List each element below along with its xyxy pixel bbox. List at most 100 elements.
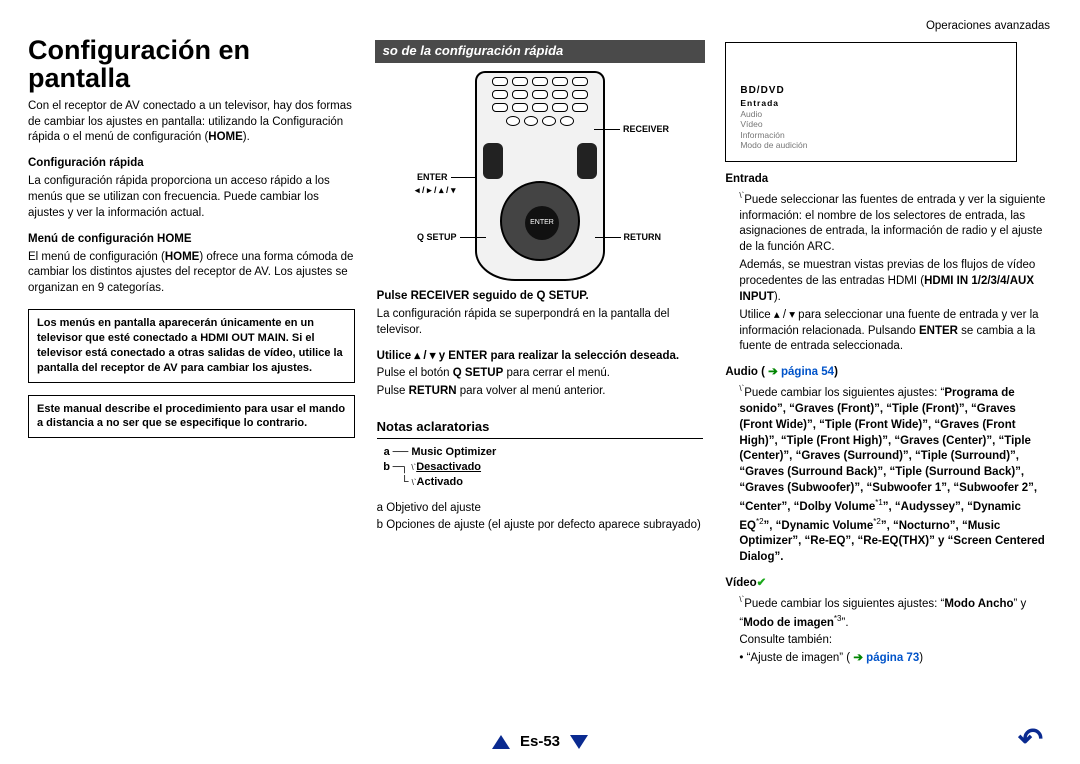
osd-menu: BD/DVD Entrada Audio Vídeo Información M… — [740, 85, 807, 151]
remote-right-pod — [577, 143, 597, 179]
callout-enter: ENTER — [417, 171, 477, 183]
step-1: Pulse RECEIVER seguido de Q SETUP. — [377, 289, 704, 305]
audio-paragraph: \`Puede cambiar los siguientes ajustes: … — [739, 383, 1052, 566]
check-icon: ✔ — [757, 577, 767, 589]
legend-marker-b: b — [381, 460, 393, 475]
s1b: RECEIVER — [411, 290, 470, 302]
return-icon[interactable]: ↶ — [1018, 722, 1050, 754]
home-menu-heading: Menú de configuración HOME — [28, 232, 355, 248]
s21b: Q SETUP — [453, 367, 503, 379]
page-title: Configuración en pantalla — [28, 36, 355, 93]
mo-opt1: Desactivado — [416, 461, 481, 473]
remote-left-pod — [483, 143, 503, 179]
vp-b: Modo Ancho — [944, 598, 1013, 610]
section-band: so de la configuración rápida — [375, 40, 706, 63]
s1e: . — [585, 290, 588, 302]
notes-heading: Notas aclaratorias — [377, 418, 704, 439]
column-2: so de la configuración rápida ENTER RECE… — [377, 20, 704, 669]
eu-b: ENTER — [919, 325, 958, 337]
column-3: BD/DVD Entrada Audio Vídeo Información M… — [725, 20, 1052, 669]
note-box-1: Los menús en pantalla aparecerán únicame… — [28, 309, 355, 382]
video-bullet: • “Ajuste de imagen” ( ➔ página 73) — [739, 651, 1052, 667]
entrada-p2: Además, se muestran vistas previas de lo… — [739, 258, 1052, 306]
intro-paragraph: Con el receptor de AV conectado a un tel… — [28, 99, 355, 147]
remote-illustration: ENTER RECEIVER ENTER ◂ / ▸ / ▴ / ▾ Q SET… — [475, 71, 605, 281]
callout-receiver: RECEIVER — [594, 123, 669, 135]
quick-config-heading: Configuración rápida — [28, 156, 355, 172]
s21a: Pulse el botón — [377, 367, 453, 379]
video-heading: Vídeo✔ — [725, 576, 1052, 592]
step-2-sub2: Pulse RETURN para volver al menú anterio… — [377, 384, 704, 400]
page-footer: Es-53 — [0, 733, 1080, 750]
au-items: Programa de sonido”, “Graves (Front)”, “… — [739, 387, 1037, 513]
step-2-sub1: Pulse el botón Q SETUP para cerrar el me… — [377, 366, 704, 382]
audio-page-link[interactable]: página 54 — [781, 366, 834, 378]
s1d: Q SETUP — [536, 290, 585, 302]
vb-a: • “Ajuste de imagen” ( — [739, 652, 850, 664]
prev-page-icon[interactable] — [492, 735, 510, 749]
legend-marker-a: a — [381, 445, 393, 460]
osd-line-info: Información — [740, 130, 807, 141]
au-intro: Puede cambiar los siguientes ajustes: “ — [744, 387, 944, 399]
page-body: Configuración en pantalla Con el recepto… — [0, 0, 1080, 729]
step-1-sub: La configuración rápida se superpondrá e… — [377, 307, 704, 339]
column-1: Configuración en pantalla Con el recepto… — [28, 20, 355, 669]
home-b: HOME — [165, 251, 200, 263]
entrada-heading: Entrada — [725, 172, 1052, 188]
osd-line-bdvd: BD/DVD — [740, 85, 807, 98]
entrada-p1: \`Puede seleccionar las fuentes de entra… — [739, 190, 1052, 256]
tv-screen-preview: BD/DVD Entrada Audio Vídeo Información M… — [725, 42, 1017, 162]
entrada-use: Utilice ▴ / ▾ para seleccionar una fuent… — [739, 308, 1052, 356]
s22c: para volver al menú anterior. — [457, 385, 606, 397]
video-h-text: Vídeo — [725, 577, 756, 589]
header-section: Operaciones avanzadas — [926, 20, 1050, 32]
remote-body: ENTER — [475, 71, 605, 281]
option-row-b2: └ \`Activado — [381, 475, 704, 490]
vp-d: Modo de imagen — [743, 616, 834, 628]
intro-bold: HOME — [208, 131, 243, 143]
video-paragraph: \`Puede cambiar los siguientes ajustes: … — [739, 594, 1052, 631]
intro-end: ). — [243, 131, 250, 143]
home-menu-text: El menú de configuración (HOME) ofrece u… — [28, 250, 355, 298]
s1c: seguido de — [469, 290, 536, 302]
callout-arrows: ◂ / ▸ / ▴ / ▾ — [415, 184, 456, 196]
callout-return: RETURN — [595, 231, 662, 243]
callout-qsetup: Q SETUP — [417, 231, 486, 243]
s2c: para realizar la selección deseada. — [487, 350, 679, 362]
s2a: Utilice ▴ / ▾ y — [377, 350, 449, 362]
legend-a: a Objetivo del ajuste — [377, 501, 704, 517]
intro-text: Con el receptor de AV conectado a un tel… — [28, 100, 352, 144]
page-number: Es-53 — [520, 733, 560, 750]
video-page-link[interactable]: página 73 — [866, 652, 919, 664]
au-ae: ”, “Dynamic Volume — [764, 520, 874, 532]
note1-b: HDMI OUT MAIN — [200, 332, 286, 344]
entrada-t1: Puede seleccionar las fuentes de entrada… — [739, 194, 1045, 254]
title-line1: Configuración en — [28, 35, 250, 65]
vp-a: Puede cambiar los siguientes ajustes: “ — [744, 598, 944, 610]
mo-title: Music Optimizer — [411, 446, 496, 458]
step-2: Utilice ▴ / ▾ y ENTER para realizar la s… — [377, 349, 704, 365]
option-music-optimizer: a── Music Optimizer — [381, 445, 704, 460]
home-a: El menú de configuración ( — [28, 251, 165, 263]
legend-b: b Opciones de ajuste (el ajuste por defe… — [377, 518, 704, 534]
vp-e: ”. — [841, 616, 848, 628]
video-also: Consulte también: — [739, 633, 1052, 649]
en2c: ). — [774, 291, 781, 303]
osd-line-modo: Modo de audición — [740, 140, 807, 151]
note-box-2: Este manual describe el procedimiento pa… — [28, 395, 355, 439]
s22b: RETURN — [409, 385, 457, 397]
audio-h-text: Audio — [725, 366, 758, 378]
enter-button-icon: ENTER — [525, 206, 559, 240]
s1a: Pulse — [377, 290, 411, 302]
osd-line-entrada: Entrada — [740, 98, 807, 109]
s22a: Pulse — [377, 385, 409, 397]
quick-config-text: La configuración rápida proporciona un a… — [28, 174, 355, 222]
option-row-b: b─┐ \`Desactivado — [381, 460, 704, 475]
next-page-icon[interactable] — [570, 735, 588, 749]
title-line2: pantalla — [28, 63, 130, 93]
osd-line-audio: Audio — [740, 109, 807, 120]
remote-wheel: ENTER — [500, 181, 580, 261]
vb-end: ) — [919, 652, 923, 664]
osd-line-video: Vídeo — [740, 119, 807, 130]
mo-opt2: Activado — [417, 476, 463, 488]
